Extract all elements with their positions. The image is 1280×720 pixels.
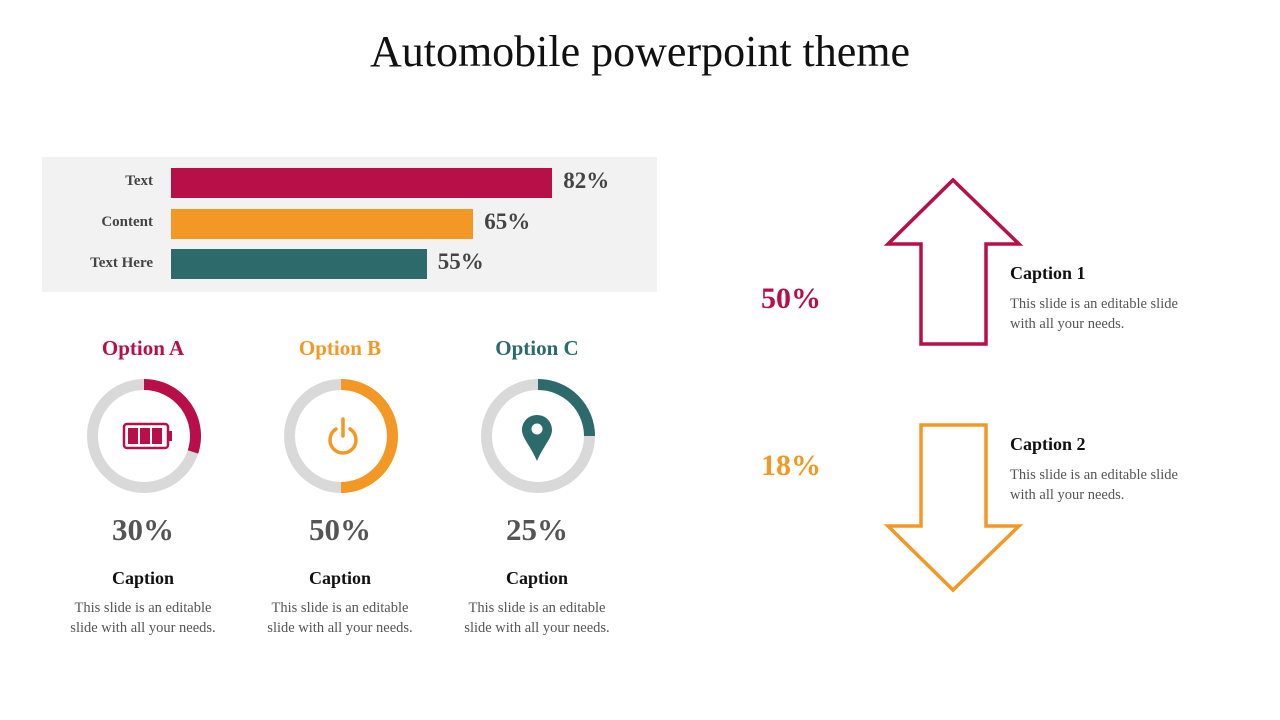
bar xyxy=(171,209,474,239)
description-line: This slide is an editable slide xyxy=(1010,467,1178,483)
map-pin-icon xyxy=(522,415,552,461)
option-percent: 25% xyxy=(506,512,568,547)
bar-label: Content xyxy=(101,214,153,230)
up-arrow-icon xyxy=(883,177,1024,346)
bar-label: Text xyxy=(125,173,153,189)
option-title: Option C xyxy=(495,336,579,360)
down-arrow-icon xyxy=(883,423,1024,593)
option-title: Option A xyxy=(101,336,185,360)
slide-title: Automobile powerpoint theme xyxy=(369,27,911,76)
bar-value: 65% xyxy=(484,209,531,234)
description-line: This slide is an editable xyxy=(468,600,606,616)
description-line: with all your needs. xyxy=(1010,316,1125,332)
option-description: This slide is an editable slide with all… xyxy=(437,598,637,638)
arrow-caption: Caption 1 xyxy=(1010,263,1086,283)
bar-value: 82% xyxy=(563,168,610,193)
option-title: Option B xyxy=(298,336,382,360)
option-caption: Caption xyxy=(111,568,174,588)
option-description: This slide is an editable slide with all… xyxy=(240,598,440,638)
description-line: This slide is an editable xyxy=(271,600,409,616)
arrow-description: This slide is an editable slide with all… xyxy=(1010,294,1230,334)
description-line: with all your needs. xyxy=(1010,487,1125,503)
description-line: slide with all your needs. xyxy=(70,620,216,636)
option-caption: Caption xyxy=(308,568,371,588)
option-percent: 50% xyxy=(309,512,371,547)
arrow-caption: Caption 2 xyxy=(1010,434,1086,454)
bar xyxy=(171,249,427,279)
bar-label: Text Here xyxy=(90,255,153,271)
option-caption: Caption xyxy=(505,568,568,588)
option-percent: 30% xyxy=(112,512,174,547)
description-line: This slide is an editable slide xyxy=(1010,296,1178,312)
description-line: slide with all your needs. xyxy=(464,620,610,636)
description-line: slide with all your needs. xyxy=(267,620,413,636)
bar-value: 55% xyxy=(437,249,484,274)
arrow-percent: 18% xyxy=(761,449,821,482)
arrow-description: This slide is an editable slide with all… xyxy=(1010,465,1230,505)
description-line: This slide is an editable xyxy=(74,600,212,616)
arrow-percent: 50% xyxy=(761,282,821,315)
bar xyxy=(171,168,553,198)
power-icon xyxy=(328,417,358,455)
option-description: This slide is an editable slide with all… xyxy=(43,598,243,638)
battery-icon xyxy=(122,422,172,450)
